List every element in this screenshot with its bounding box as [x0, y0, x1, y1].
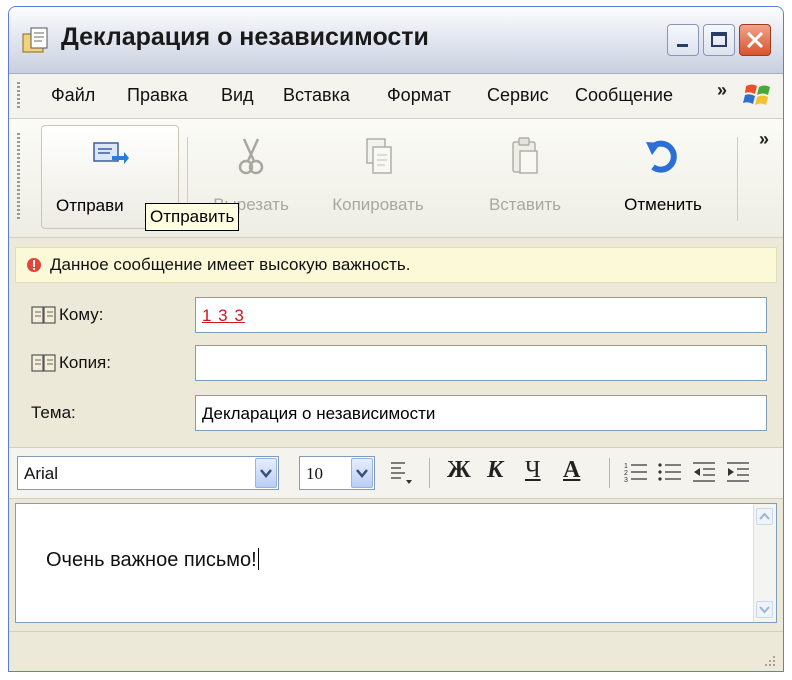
toolbar-overflow-chevron[interactable]: » [759, 129, 769, 150]
toolbar-separator [737, 137, 738, 221]
subject-field[interactable]: Декларация о независимости [195, 395, 767, 431]
format-bar: Arial 10 Ж К Ч А 1 2 3 [9, 447, 783, 499]
menu-insert[interactable]: Вставка [283, 85, 350, 106]
svg-text:1: 1 [624, 463, 628, 470]
menu-file[interactable]: Файл [51, 85, 95, 106]
format-separator [609, 458, 610, 488]
paragraph-style-icon[interactable] [387, 458, 415, 488]
address-book-icon[interactable] [31, 305, 57, 325]
scroll-up-button[interactable] [756, 508, 773, 525]
menu-grip[interactable] [17, 82, 20, 110]
to-field[interactable]: 1 3 3 [195, 297, 767, 333]
font-color-button[interactable]: А [563, 457, 580, 484]
title-bar[interactable]: Декларация о независимости [9, 7, 783, 74]
resize-grip-icon[interactable] [761, 652, 777, 668]
italic-button[interactable]: К [487, 457, 503, 484]
copy-button-label: Копировать [332, 195, 424, 214]
window-title: Декларация о независимости [61, 23, 429, 51]
chevron-up-icon [759, 512, 770, 520]
svg-text:3: 3 [624, 477, 628, 484]
undo-icon [646, 140, 677, 173]
message-body-text: Очень важное письмо! [46, 548, 259, 572]
cc-field[interactable] [195, 345, 767, 381]
chevron-down-icon [356, 469, 368, 478]
vertical-scrollbar[interactable] [753, 504, 776, 622]
to-label: Кому: [59, 305, 104, 324]
font-name-value: Arial [24, 464, 59, 483]
send-tooltip: Отправить [145, 203, 240, 231]
close-button[interactable] [739, 24, 771, 56]
menu-edit[interactable]: Правка [127, 85, 188, 106]
decrease-indent-icon[interactable] [691, 460, 717, 486]
address-book-icon[interactable] [31, 353, 57, 373]
menu-message[interactable]: Сообщение [575, 85, 673, 106]
font-dropdown-button[interactable] [255, 458, 277, 488]
message-body[interactable]: Очень важное письмо! [15, 503, 777, 623]
subject-label: Тема: [31, 403, 76, 422]
paste-icon [512, 137, 538, 174]
chevron-down-icon [260, 469, 272, 478]
message-text: Очень важное письмо! [46, 549, 257, 571]
copy-button[interactable]: Копировать [309, 125, 447, 229]
undo-button[interactable]: Отменить [603, 125, 723, 229]
envelope-document-icon [22, 27, 48, 53]
importance-info-bar: Данное сообщение имеет высокую важность. [15, 247, 777, 283]
scroll-down-button[interactable] [756, 601, 773, 618]
text-caret [257, 548, 259, 570]
size-dropdown-button[interactable] [351, 458, 373, 488]
status-bar [9, 631, 783, 671]
menu-format[interactable]: Формат [387, 85, 451, 106]
menu-view[interactable]: Вид [221, 85, 254, 106]
compose-window: Декларация о независимости Файл Правка В… [8, 6, 784, 672]
underline-button[interactable]: Ч [525, 457, 541, 484]
windows-logo-icon [743, 84, 770, 105]
increase-indent-icon[interactable] [725, 460, 751, 486]
menu-overflow-chevron[interactable]: » [717, 80, 727, 101]
importance-message: Данное сообщение имеет высокую важность. [50, 255, 411, 274]
cc-label: Копия: [59, 353, 111, 372]
menu-bar: Файл Правка Вид Вставка Формат Сервис Со… [9, 74, 783, 119]
menu-tools[interactable]: Сервис [487, 85, 549, 106]
minimize-button[interactable] [667, 24, 699, 56]
maximize-icon [711, 32, 727, 47]
high-importance-icon [27, 258, 41, 272]
font-name-select[interactable]: Arial [17, 456, 279, 490]
paste-button-label: Вставить [488, 195, 562, 214]
font-size-select[interactable]: 10 [299, 456, 375, 490]
font-size-value: 10 [306, 464, 323, 483]
undo-button-label: Отменить [624, 195, 702, 214]
chevron-down-icon [759, 606, 770, 614]
copy-icon [366, 138, 392, 174]
numbered-list-icon[interactable]: 1 2 3 [623, 460, 649, 486]
bold-button[interactable]: Ж [447, 457, 471, 484]
close-icon [746, 31, 764, 49]
format-separator [429, 458, 430, 488]
minimize-icon [677, 44, 688, 47]
toolbar: Отправи Вырезать Копировать Вставить Отм… [9, 119, 783, 238]
to-recipient[interactable]: 1 3 3 [202, 306, 245, 325]
paste-button[interactable]: Вставить [465, 125, 585, 229]
toolbar-grip[interactable] [17, 133, 20, 221]
svg-text:2: 2 [624, 470, 628, 477]
bulleted-list-icon[interactable] [657, 460, 683, 486]
send-icon [93, 142, 129, 164]
maximize-button[interactable] [703, 24, 735, 56]
scissors-icon [238, 138, 264, 175]
